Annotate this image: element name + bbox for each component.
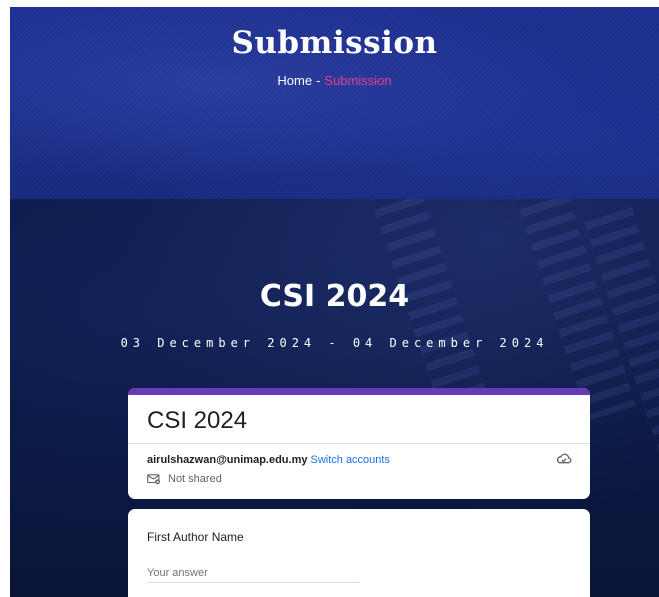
conference-section: CSI 2024 03 December 2024 - 04 December …: [10, 199, 659, 597]
sharing-status-label: Not shared: [168, 473, 222, 485]
hero-banner: Submission Home - Submission: [10, 7, 659, 199]
switch-accounts-link[interactable]: Switch accounts: [310, 454, 389, 466]
breadcrumb-separator: -: [316, 73, 321, 88]
sharing-status: Not shared: [147, 473, 222, 485]
question-card: First Author Name: [128, 509, 590, 597]
breadcrumb: Home - Submission: [10, 73, 659, 88]
not-shared-icon: [147, 474, 160, 485]
form-header-card: CSI 2024 airulshazwan@unimap.edu.my Switc…: [128, 388, 590, 499]
form-accent-bar: [128, 388, 590, 395]
conference-title: CSI 2024: [259, 279, 410, 314]
divider: [128, 443, 590, 444]
account-line: airulshazwan@unimap.edu.my Switch account…: [147, 454, 390, 466]
breadcrumb-current: Submission: [324, 73, 392, 88]
cloud-check-icon[interactable]: [556, 452, 572, 466]
question-label: First Author Name: [147, 530, 244, 544]
form-title: CSI 2024: [147, 407, 248, 434]
account-email: airulshazwan@unimap.edu.my: [147, 454, 308, 466]
conference-dates: 03 December 2024 - 04 December 2024: [120, 336, 549, 350]
page: Submission Home - Submission CSI 2024 03 D…: [0, 0, 659, 597]
page-title: Submission: [231, 25, 438, 61]
breadcrumb-home-link[interactable]: Home: [277, 73, 312, 88]
first-author-name-input[interactable]: [147, 565, 359, 583]
